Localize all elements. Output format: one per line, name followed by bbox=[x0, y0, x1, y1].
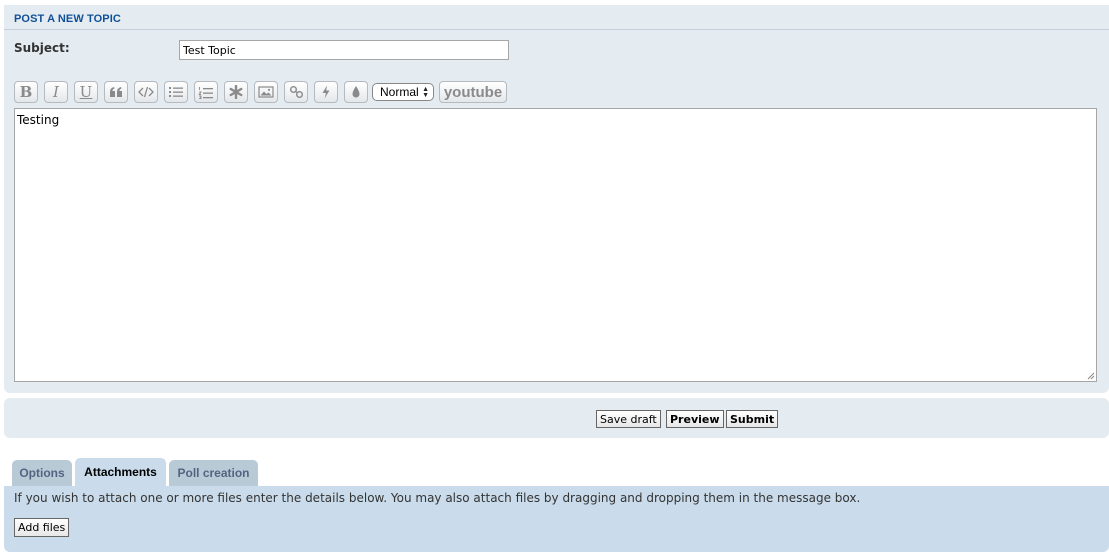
font-color-icon bbox=[352, 86, 360, 98]
post-panel: POST A NEW TOPIC Subject: B I U bbox=[4, 5, 1109, 393]
image-button[interactable] bbox=[254, 81, 278, 103]
subject-label: Subject: bbox=[14, 41, 70, 55]
quote-icon bbox=[110, 87, 122, 97]
bold-icon: B bbox=[19, 83, 33, 101]
italic-button[interactable]: I bbox=[44, 81, 68, 103]
submit-button[interactable]: Submit bbox=[726, 410, 779, 428]
preview-button[interactable]: Preview bbox=[666, 410, 724, 428]
code-button[interactable] bbox=[134, 81, 158, 103]
tab-options[interactable]: Options bbox=[12, 460, 72, 486]
bulleted-list-button[interactable] bbox=[164, 81, 188, 103]
bulleted-list-icon bbox=[169, 87, 183, 97]
youtube-button[interactable]: youtube bbox=[439, 81, 507, 103]
image-icon bbox=[258, 86, 274, 98]
list-item-asterisk-icon bbox=[229, 85, 243, 99]
panel-title: POST A NEW TOPIC bbox=[14, 13, 121, 25]
list-item-button[interactable] bbox=[224, 81, 248, 103]
submit-buttons-bar: Save draft Preview Submit bbox=[4, 398, 1109, 438]
flash-button[interactable] bbox=[314, 81, 338, 103]
tab-attachments[interactable]: Attachments bbox=[75, 458, 166, 486]
underline-button[interactable]: U bbox=[74, 81, 98, 103]
subject-input[interactable] bbox=[179, 40, 509, 60]
link-button[interactable] bbox=[284, 81, 308, 103]
add-files-button[interactable]: Add files bbox=[14, 518, 70, 537]
updown-arrows-icon: ▲ ▼ bbox=[422, 86, 429, 99]
message-text: Testing bbox=[17, 113, 60, 127]
message-editor[interactable]: Testing bbox=[14, 108, 1097, 382]
numbered-list-icon bbox=[198, 86, 213, 99]
resize-handle-icon[interactable] bbox=[1086, 371, 1095, 380]
font-color-button[interactable] bbox=[344, 81, 368, 103]
underline-icon: U bbox=[79, 83, 93, 101]
tab-poll-creation[interactable]: Poll creation bbox=[169, 460, 258, 486]
font-size-select[interactable]: Normal ▲ ▼ bbox=[372, 83, 434, 101]
bold-button[interactable]: B bbox=[14, 81, 38, 103]
title-divider bbox=[4, 29, 1109, 30]
code-icon bbox=[138, 86, 154, 98]
font-size-value: Normal bbox=[380, 85, 419, 99]
save-draft-button[interactable]: Save draft bbox=[596, 410, 661, 428]
attachments-help-text: If you wish to attach one or more files … bbox=[14, 491, 861, 505]
italic-icon: I bbox=[53, 83, 59, 101]
attachments-panel: If you wish to attach one or more files … bbox=[4, 486, 1109, 552]
quote-button[interactable] bbox=[104, 81, 128, 103]
flash-icon bbox=[322, 85, 330, 99]
numbered-list-button[interactable] bbox=[194, 81, 218, 103]
link-icon bbox=[289, 86, 303, 98]
